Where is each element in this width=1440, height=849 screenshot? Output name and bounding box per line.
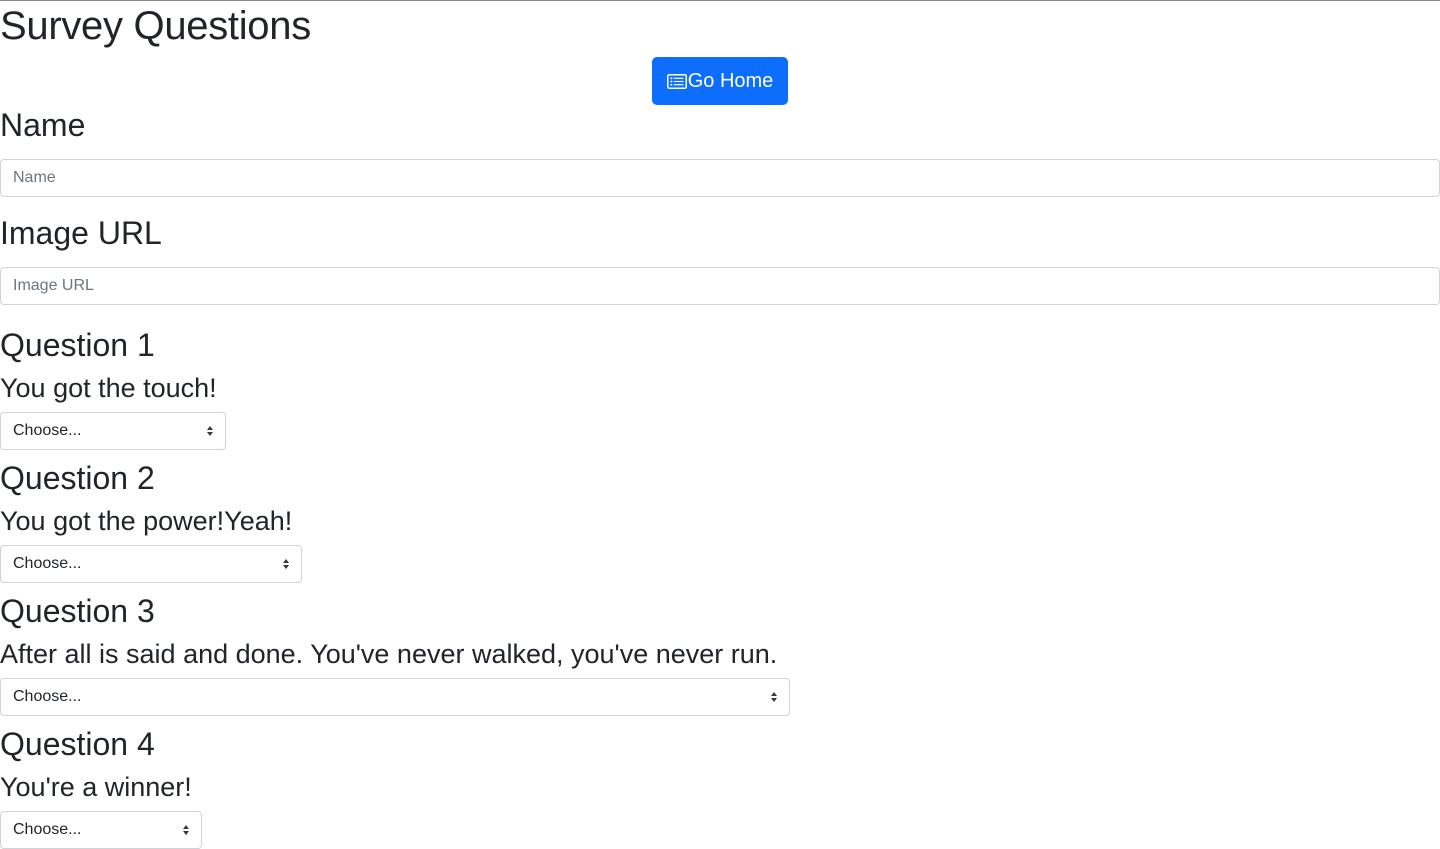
name-input[interactable] <box>0 159 1440 197</box>
question-2-text: You got the power!Yeah! <box>0 506 293 536</box>
question-3-select[interactable]: Choose... <box>0 678 790 716</box>
question-1-heading: Question 1 <box>0 327 155 363</box>
question-1-select[interactable]: Choose... <box>0 412 226 450</box>
select-arrows-icon <box>283 559 289 569</box>
list-alt-icon <box>666 73 687 89</box>
image-url-input[interactable] <box>0 267 1440 305</box>
select-arrows-icon <box>771 692 777 702</box>
question-1-selected: Choose... <box>13 422 82 439</box>
question-1-text: You got the touch! <box>0 373 217 403</box>
question-4-text: You're a winner! <box>0 772 192 802</box>
select-arrows-icon <box>207 426 213 436</box>
question-3-text: After all is said and done. You've never… <box>0 639 778 669</box>
select-arrows-icon <box>183 825 189 835</box>
question-4-selected: Choose... <box>13 821 82 838</box>
name-heading: Name <box>0 107 86 143</box>
go-home-button[interactable]: Go Home <box>652 57 788 105</box>
go-home-label: Go Home <box>687 70 774 92</box>
question-2-select[interactable]: Choose... <box>0 545 302 583</box>
page-title: Survey Questions <box>0 4 311 48</box>
question-3-heading: Question 3 <box>0 593 155 629</box>
question-2-selected: Choose... <box>13 555 82 572</box>
top-border <box>0 0 1440 1</box>
question-3-selected: Choose... <box>13 688 82 705</box>
question-4-select[interactable]: Choose... <box>0 811 202 849</box>
question-2-heading: Question 2 <box>0 460 155 496</box>
question-4-heading: Question 4 <box>0 726 155 762</box>
image-url-heading: Image URL <box>0 215 162 251</box>
